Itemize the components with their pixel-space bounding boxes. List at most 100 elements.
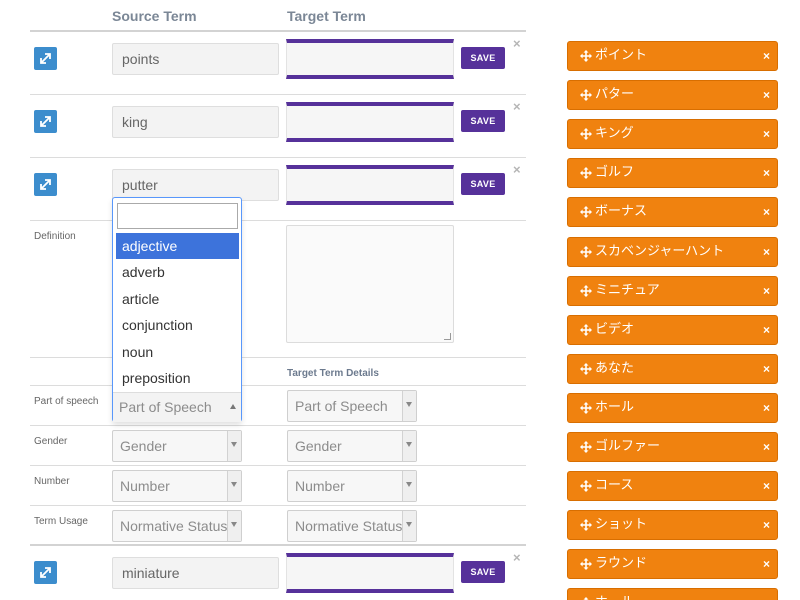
move-icon[interactable] [580, 285, 592, 297]
part-of-speech-dropdown[interactable]: adjective adverb article conjunction nou… [112, 197, 242, 422]
remove-row-icon[interactable]: × [513, 99, 521, 114]
resize-grip-icon[interactable] [444, 333, 451, 340]
tag-label: ゴルファー [595, 439, 661, 454]
remove-tag-icon[interactable]: × [763, 42, 770, 70]
remove-tag-icon[interactable]: × [763, 511, 770, 539]
term-tag[interactable]: ビデオ × [567, 315, 778, 345]
save-button[interactable]: SAVE [461, 561, 505, 583]
part-of-speech-label: Part of speech [34, 396, 99, 407]
target-gender-select[interactable]: Gender [287, 430, 417, 462]
save-button[interactable]: SAVE [461, 110, 505, 132]
source-term-input[interactable]: king [112, 106, 279, 138]
move-icon[interactable] [580, 128, 592, 140]
term-tag[interactable]: あなた × [567, 354, 778, 384]
remove-row-icon[interactable]: × [513, 162, 521, 177]
remove-tag-icon[interactable]: × [763, 316, 770, 344]
tag-label: あなた [595, 361, 635, 376]
tag-label: ゴルフ [595, 165, 635, 180]
target-number-select[interactable]: Number [287, 470, 417, 502]
remove-tag-icon[interactable]: × [763, 589, 770, 600]
target-normative-status-select[interactable]: Normative Status [287, 510, 417, 542]
field-divider [30, 465, 526, 466]
select-value: Part of Speech [119, 399, 212, 415]
remove-tag-icon[interactable]: × [763, 238, 770, 266]
move-icon[interactable] [580, 558, 592, 570]
dropdown-option[interactable]: adjective [116, 233, 239, 259]
source-part-of-speech-select[interactable]: Part of Speech [113, 392, 241, 422]
tag-label: スカベンジャーハント [595, 244, 725, 259]
expand-icon [40, 53, 51, 64]
move-icon[interactable] [580, 441, 592, 453]
remove-tag-icon[interactable]: × [763, 472, 770, 500]
dropdown-option[interactable]: adverb [116, 259, 239, 285]
remove-tag-icon[interactable]: × [763, 355, 770, 383]
target-term-input[interactable] [286, 102, 454, 142]
chevron-down-icon [406, 482, 412, 487]
term-tag[interactable]: キング × [567, 119, 778, 149]
term-tag[interactable]: パター × [567, 80, 778, 110]
save-button[interactable]: SAVE [461, 47, 505, 69]
term-tag[interactable]: コース × [567, 471, 778, 501]
move-icon[interactable] [580, 519, 592, 531]
expand-row-button[interactable] [34, 110, 57, 133]
expand-row-button[interactable] [34, 561, 57, 584]
move-icon[interactable] [580, 167, 592, 179]
remove-tag-icon[interactable]: × [763, 394, 770, 422]
term-tag[interactable]: スカベンジャーハント × [567, 237, 778, 267]
select-arrow-box [227, 471, 241, 501]
move-icon[interactable] [580, 324, 592, 336]
expand-row-button[interactable] [34, 173, 57, 196]
dropdown-option[interactable]: conjunction [116, 312, 239, 338]
move-icon[interactable] [580, 89, 592, 101]
term-tag[interactable]: ホール × [567, 588, 778, 600]
move-icon[interactable] [580, 363, 592, 375]
remove-row-icon[interactable]: × [513, 36, 521, 51]
save-button[interactable]: SAVE [461, 173, 505, 195]
remove-tag-icon[interactable]: × [763, 198, 770, 226]
term-tag[interactable]: ホール × [567, 393, 778, 423]
dropdown-search-input[interactable] [117, 203, 238, 229]
source-term-input[interactable]: miniature [112, 557, 279, 589]
source-term-input[interactable]: points [112, 43, 279, 75]
dropdown-option[interactable]: article [116, 286, 239, 312]
move-icon[interactable] [580, 50, 592, 62]
term-tag[interactable]: ラウンド × [567, 549, 778, 579]
remove-tag-icon[interactable]: × [763, 277, 770, 305]
move-icon[interactable] [580, 246, 592, 258]
select-arrow-box [402, 511, 416, 541]
move-icon[interactable] [580, 480, 592, 492]
move-icon[interactable] [580, 206, 592, 218]
term-tag[interactable]: ゴルフ × [567, 158, 778, 188]
tag-label: パター [595, 87, 635, 102]
target-definition-textarea[interactable] [286, 225, 454, 343]
row-divider [30, 94, 526, 95]
term-tag[interactable]: ミニチュア × [567, 276, 778, 306]
target-part-of-speech-select[interactable]: Part of Speech [287, 390, 417, 422]
source-number-select[interactable]: Number [112, 470, 242, 502]
move-icon[interactable] [580, 402, 592, 414]
target-term-header: Target Term [287, 8, 366, 24]
source-gender-select[interactable]: Gender [112, 430, 242, 462]
target-term-input[interactable] [286, 553, 454, 593]
remove-tag-icon[interactable]: × [763, 550, 770, 578]
select-arrow-box [402, 471, 416, 501]
dropdown-option[interactable]: preposition [116, 365, 239, 391]
remove-row-icon[interactable]: × [513, 550, 521, 565]
remove-tag-icon[interactable]: × [763, 81, 770, 109]
expand-row-button[interactable] [34, 47, 57, 70]
term-tag[interactable]: ショット × [567, 510, 778, 540]
remove-tag-icon[interactable]: × [763, 433, 770, 461]
dropdown-option[interactable]: noun [116, 339, 239, 365]
target-term-input[interactable] [286, 165, 454, 205]
tag-label: ホール [595, 400, 635, 415]
term-tag[interactable]: ボーナス × [567, 197, 778, 227]
term-tag[interactable]: ゴルファー × [567, 432, 778, 462]
source-normative-status-select[interactable]: Normative Status [112, 510, 242, 542]
target-term-input[interactable] [286, 39, 454, 79]
remove-tag-icon[interactable]: × [763, 120, 770, 148]
expand-icon [40, 567, 51, 578]
remove-tag-icon[interactable]: × [763, 159, 770, 187]
term-tag[interactable]: ポイント × [567, 41, 778, 71]
select-value: Part of Speech [295, 398, 388, 414]
expand-icon [40, 179, 51, 190]
